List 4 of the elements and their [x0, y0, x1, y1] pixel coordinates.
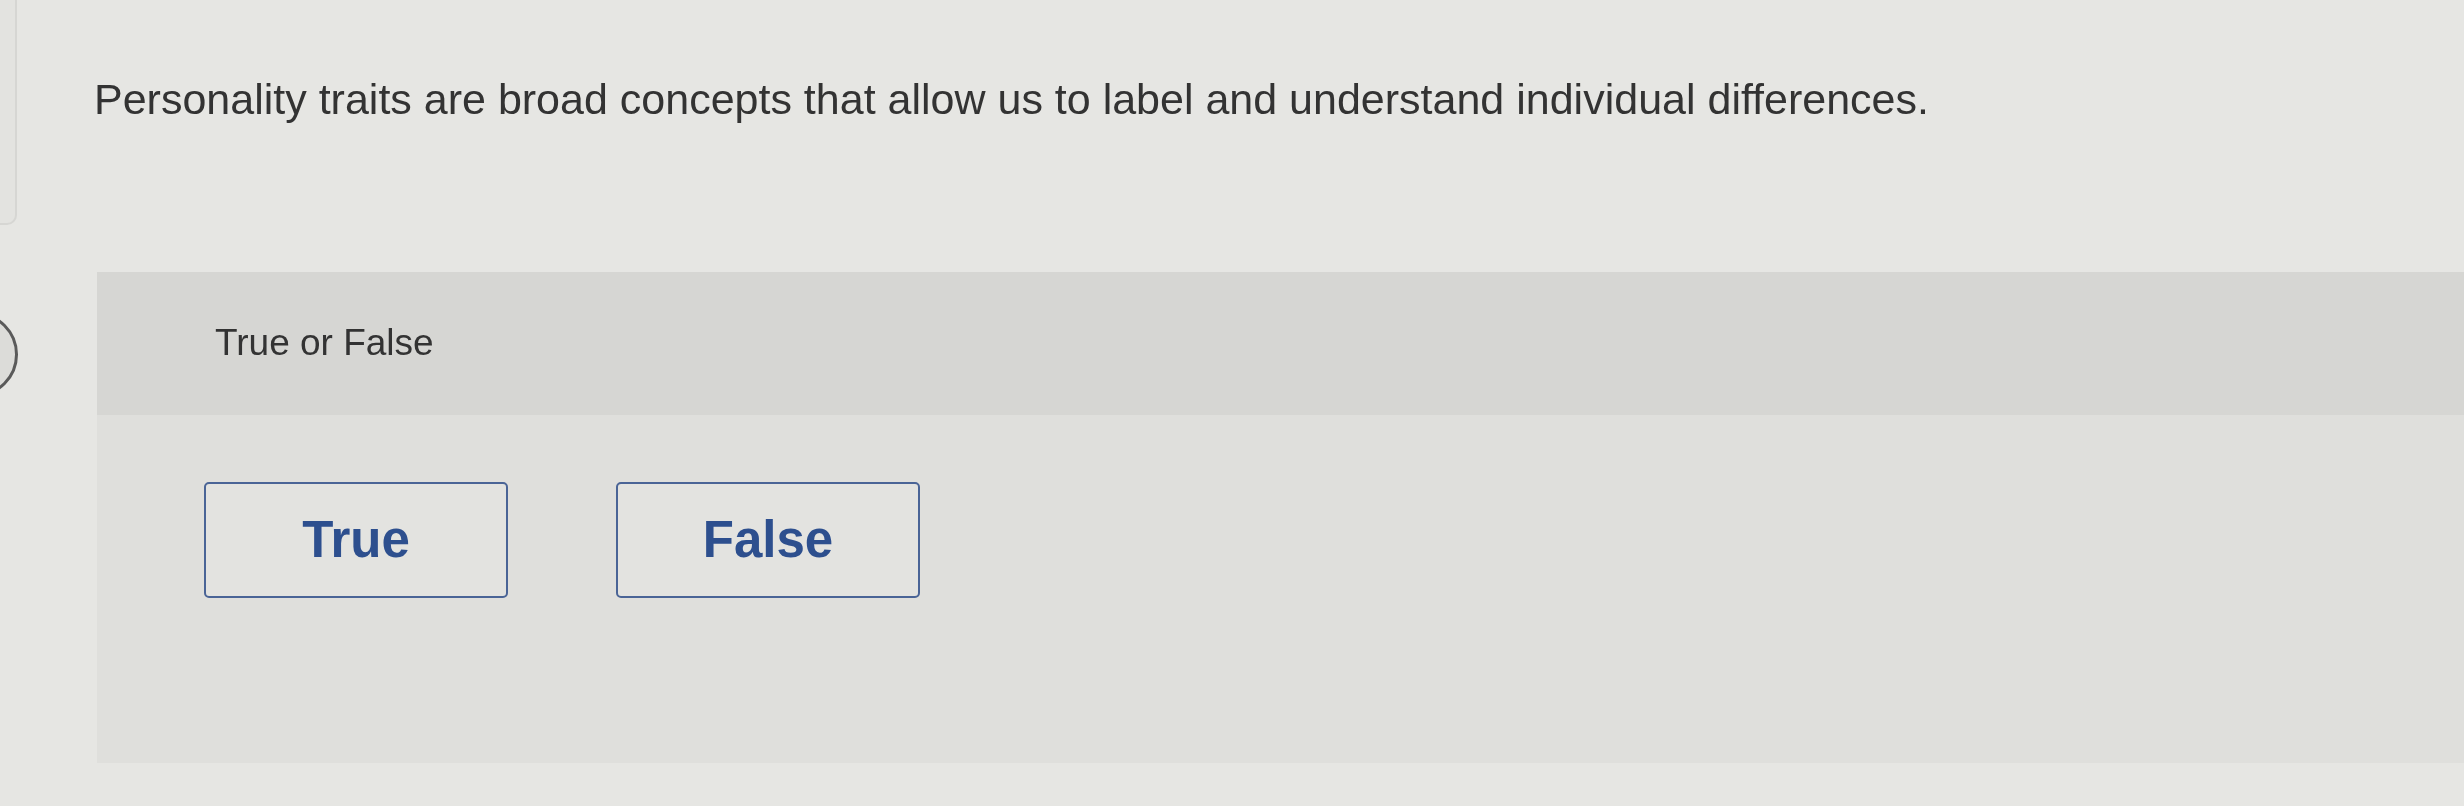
prompt-text: True or False	[215, 322, 434, 363]
answer-button[interactable]: True	[204, 482, 508, 598]
question-text: Personality traits are broad concepts that allow us to label and understand individual differences.	[94, 78, 1929, 121]
answer-button[interactable]: False	[616, 482, 920, 598]
